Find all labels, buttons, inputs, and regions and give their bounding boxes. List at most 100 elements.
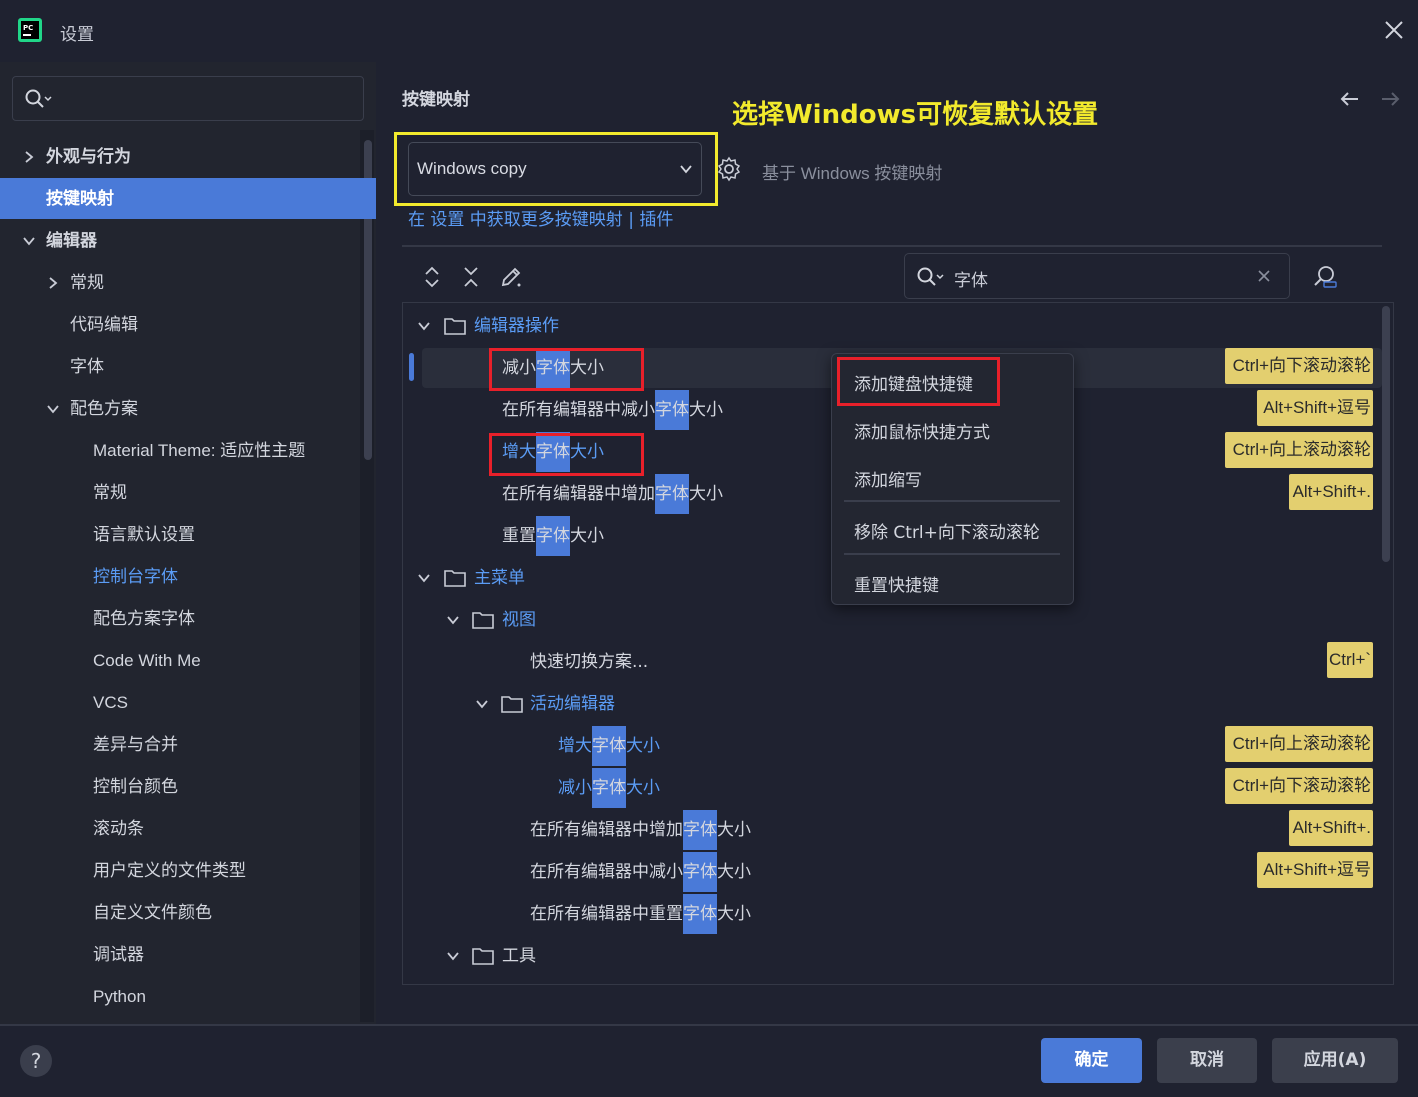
window-title: 设置 xyxy=(60,25,94,45)
tree-row-decrease-font-all[interactable]: 在所有编辑器中减小字体大小 xyxy=(502,390,723,430)
row-text: 在所有编辑器中增加 xyxy=(502,484,655,504)
shortcut-badge: Alt+Shift+. xyxy=(1289,810,1373,846)
sidebar-item-scheme-font[interactable]: 配色方案字体 xyxy=(93,599,195,639)
annotation-text: 选择Windows可恢复默认设置 xyxy=(732,100,1099,130)
row-text: 大小 xyxy=(689,400,723,420)
folder-icon xyxy=(501,696,523,713)
chevron-down-icon[interactable] xyxy=(446,949,460,963)
tree-row-decrease-font[interactable]: 减小字体大小 xyxy=(558,768,660,808)
annotation-red-box xyxy=(837,357,1000,406)
tree-row-increase-font-all[interactable]: 在所有编辑器中增加字体大小 xyxy=(502,474,723,514)
shortcut-badge: Ctrl+向上滚动滚轮 xyxy=(1225,726,1373,762)
ok-button[interactable]: 确定 xyxy=(1041,1038,1142,1083)
search-icon xyxy=(25,89,52,108)
chevron-down-icon[interactable] xyxy=(417,571,431,585)
sidebar-item-vcs[interactable]: VCS xyxy=(93,683,128,723)
row-text: 大小 xyxy=(570,526,604,546)
folder-icon xyxy=(472,612,494,629)
sidebar-item-editor[interactable]: 编辑器 xyxy=(46,221,97,261)
sidebar-item-appearance[interactable]: 外观与行为 xyxy=(46,137,131,177)
tree-group-main-menu[interactable]: 主菜单 xyxy=(474,558,525,598)
arrow-left-icon[interactable] xyxy=(1338,88,1362,110)
sidebar-item-debugger[interactable]: 调试器 xyxy=(93,935,144,975)
search-match: 字体 xyxy=(536,516,570,556)
chevron-right-icon[interactable] xyxy=(46,276,60,290)
divider xyxy=(0,1024,1418,1026)
chevron-down-icon[interactable] xyxy=(475,697,489,711)
sidebar-item-general[interactable]: 常规 xyxy=(70,263,104,303)
sidebar-item-material-theme[interactable]: Material Theme: 适应性主题 xyxy=(93,431,305,471)
page-title: 按键映射 xyxy=(402,90,470,110)
folder-icon xyxy=(444,318,466,335)
sidebar-item-language-defaults[interactable]: 语言默认设置 xyxy=(93,515,195,555)
menu-item-add-mouse-shortcut[interactable]: 添加鼠标快捷方式 xyxy=(854,418,990,443)
tree-row-reset-font-all[interactable]: 在所有编辑器中重置字体大小 xyxy=(530,894,751,934)
tree-scrollbar-thumb[interactable] xyxy=(1382,306,1390,562)
tree-group-tools[interactable]: 工具 xyxy=(502,936,536,976)
clear-icon[interactable] xyxy=(1256,268,1272,284)
search-match: 字体 xyxy=(683,852,717,892)
menu-separator xyxy=(844,500,1060,502)
get-more-keymaps-link[interactable]: 在 设置 中获取更多按键映射 | 插件 xyxy=(408,205,673,230)
shortcut-badge: Ctrl+向上滚动滚轮 xyxy=(1225,432,1373,468)
sidebar-item-user-file-types[interactable]: 用户定义的文件类型 xyxy=(93,851,246,891)
tree-row-increase-font[interactable]: 增大字体大小 xyxy=(558,726,660,766)
tree-group-editor-actions[interactable]: 编辑器操作 xyxy=(474,306,559,346)
cancel-button[interactable]: 取消 xyxy=(1157,1038,1257,1083)
chevron-down-icon[interactable] xyxy=(446,613,460,627)
apply-button[interactable]: 应用(A) xyxy=(1272,1038,1398,1083)
sidebar-item-code-with-me[interactable]: Code With Me xyxy=(93,641,201,681)
sidebar-item-file-colors[interactable]: 自定义文件颜色 xyxy=(93,893,212,933)
row-text: 在所有编辑器中重置 xyxy=(530,904,683,924)
tree-group-view[interactable]: 视图 xyxy=(502,600,536,640)
menu-separator xyxy=(844,553,1060,555)
row-text: 大小 xyxy=(717,862,751,882)
search-match: 字体 xyxy=(655,474,689,514)
sidebar-item-code-editing[interactable]: 代码编辑 xyxy=(70,305,138,345)
sidebar-item-font[interactable]: 字体 xyxy=(70,347,104,387)
expand-all-icon[interactable] xyxy=(420,265,444,289)
row-text: 在所有编辑器中增加 xyxy=(530,820,683,840)
find-by-shortcut-icon[interactable] xyxy=(1312,263,1338,289)
row-text: 减小 xyxy=(558,778,592,798)
action-search-value: 字体 xyxy=(954,271,988,291)
keymap-select-value: Windows copy xyxy=(417,159,527,178)
collapse-all-icon[interactable] xyxy=(459,265,483,289)
row-text: 大小 xyxy=(626,736,660,756)
chevron-down-icon[interactable] xyxy=(22,234,36,248)
sidebar-item-keymap[interactable]: 按键映射 xyxy=(46,179,114,219)
tree-row-reset-font[interactable]: 重置字体大小 xyxy=(502,516,604,556)
arrow-right-icon[interactable] xyxy=(1378,88,1402,110)
sidebar-item-scrollbar[interactable]: 滚动条 xyxy=(93,809,144,849)
gear-icon[interactable] xyxy=(716,156,742,182)
search-match: 字体 xyxy=(683,894,717,934)
search-match: 字体 xyxy=(592,768,626,808)
sidebar-search-input[interactable] xyxy=(12,76,364,121)
chevron-right-icon[interactable] xyxy=(22,150,36,164)
close-icon[interactable] xyxy=(1380,16,1408,44)
menu-item-add-abbreviation[interactable]: 添加缩写 xyxy=(854,466,922,491)
tree-row-quick-switch[interactable]: 快速切换方案... xyxy=(530,642,648,682)
menu-item-remove-shortcut[interactable]: 移除 Ctrl+向下滚动滚轮 xyxy=(854,518,1040,543)
svg-text:PC: PC xyxy=(23,24,33,32)
chevron-down-icon[interactable] xyxy=(46,402,60,416)
row-text: 增大 xyxy=(558,736,592,756)
shortcut-badge: Ctrl+` xyxy=(1327,642,1373,678)
tree-row-increase-font-all[interactable]: 在所有编辑器中增加字体大小 xyxy=(530,810,751,850)
edit-pencil-icon[interactable] xyxy=(499,265,523,289)
sidebar-item-python[interactable]: Python xyxy=(93,977,146,1017)
tree-group-active-editor[interactable]: 活动编辑器 xyxy=(530,684,615,724)
chevron-down-icon[interactable] xyxy=(678,162,694,176)
row-text: 大小 xyxy=(717,820,751,840)
sidebar-item-scheme-general[interactable]: 常规 xyxy=(93,473,127,513)
chevron-down-icon[interactable] xyxy=(417,319,431,333)
sidebar-item-console-colors[interactable]: 控制台颜色 xyxy=(93,767,178,807)
shortcut-badge: Ctrl+向下滚动滚轮 xyxy=(1225,348,1373,384)
sidebar-item-color-scheme[interactable]: 配色方案 xyxy=(70,389,138,429)
menu-item-reset-shortcuts[interactable]: 重置快捷键 xyxy=(854,571,939,596)
sidebar-item-console-font[interactable]: 控制台字体 xyxy=(93,557,178,597)
row-text: 大小 xyxy=(689,484,723,504)
sidebar-item-diff-merge[interactable]: 差异与合并 xyxy=(93,725,178,765)
help-button[interactable]: ? xyxy=(20,1045,52,1077)
tree-row-decrease-font-all[interactable]: 在所有编辑器中减小字体大小 xyxy=(530,852,751,892)
